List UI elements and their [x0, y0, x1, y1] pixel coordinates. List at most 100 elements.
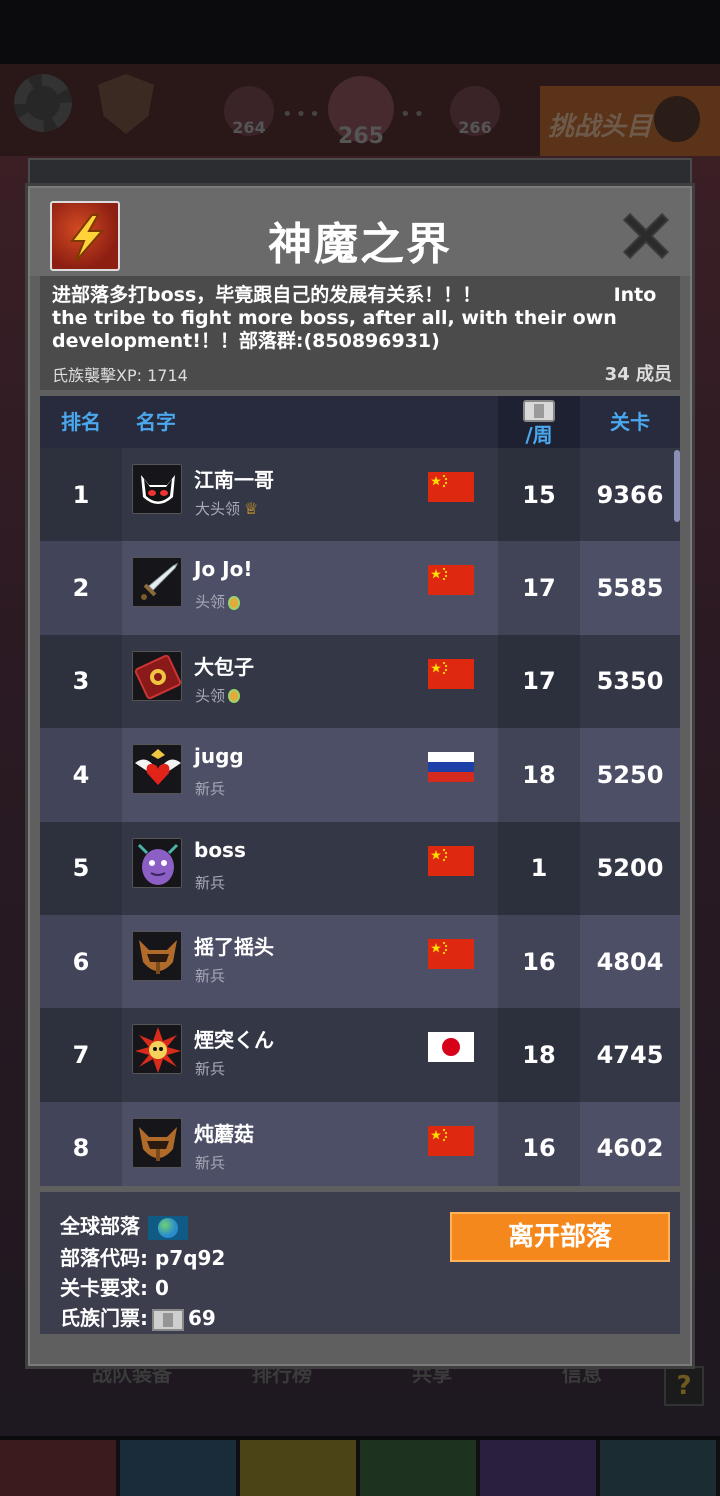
stage-cell: 5250 — [596, 760, 664, 789]
stage-cell: 5200 — [596, 854, 664, 883]
header-stage[interactable]: 关卡 — [580, 396, 680, 448]
weekly-tickets-cell: 16 — [522, 1134, 556, 1163]
bottom-tab-4[interactable] — [360, 1440, 476, 1496]
rank-cell: 6 — [72, 947, 90, 976]
bottom-tab-3[interactable] — [240, 1440, 356, 1496]
player-name[interactable]: 炖蘑菇 — [194, 1118, 254, 1147]
table-row[interactable]: 5 boss 新兵 1 5200 — [40, 821, 680, 915]
rank-cell: 2 — [72, 574, 90, 603]
player-role-label: 新兵 — [195, 780, 226, 799]
table-row[interactable]: 6 摇了摇头新兵 16 4804 — [40, 914, 680, 1009]
bottom-tab-5[interactable] — [480, 1440, 596, 1496]
weekly-tickets-cell: 18 — [522, 1041, 556, 1070]
player-role: 新兵 — [195, 1058, 225, 1079]
purple-monster-icon — [132, 837, 182, 888]
weekly-tickets-cell: 16 — [522, 947, 556, 976]
tribe-description-panel: 进部落多打boss，毕竟跟自己的发展有关系！！！ Into the tribe … — [40, 276, 680, 390]
tribe-footer: 全球部落 部落代码: p7q92 关卡要求: 0 氏族门票: 69 离开部落 — [40, 1192, 680, 1334]
player-role-label: 新兵 — [195, 1060, 226, 1079]
stage-requirement: 关卡要求: 0 — [60, 1276, 169, 1300]
player-role: 新兵 — [195, 965, 225, 986]
table-row[interactable]: 3 大包子 头领 17 5350 — [40, 634, 680, 729]
flag-cn-icon — [428, 472, 474, 502]
table-row[interactable]: 7 煙突くん 新兵 18 4745 — [40, 1008, 680, 1102]
boss-mask-icon — [654, 96, 700, 142]
player-role: 头领 — [195, 591, 241, 612]
close-icon[interactable] — [622, 212, 670, 260]
horned-helmet-icon — [132, 930, 182, 981]
player-name[interactable]: jugg — [194, 744, 244, 768]
header-week[interactable]: /周 — [498, 396, 580, 448]
member-list[interactable]: 1 江南一哥 大头领 ♕ 15 9366 2 Jo Jo! 头领 17 5585 3 大包子 头领 17 53… — [40, 448, 680, 1186]
winged-heart-icon — [132, 744, 182, 795]
stage-cell: 4602 — [596, 1134, 664, 1163]
flag-cn-icon — [428, 845, 474, 876]
player-role: 新兵 — [195, 778, 225, 799]
table-row[interactable]: 1 江南一哥大头领 ♕ 15 9366 — [40, 448, 680, 542]
header-week-label: /周 — [525, 423, 553, 447]
player-name[interactable]: 摇了摇头 — [194, 931, 274, 960]
rank-cell: 4 — [72, 760, 90, 789]
globe-icon — [148, 1215, 188, 1240]
path-dots: ••• — [282, 104, 323, 125]
bottom-tab-6[interactable] — [600, 1440, 716, 1496]
player-role: 新兵 — [195, 872, 225, 893]
flag-cn-icon — [428, 658, 474, 689]
weekly-tickets-cell: 15 — [522, 480, 556, 509]
member-table[interactable]: 排名 名字 /周 关卡 1 江南一哥大头领 ♕ 15 9366 2 Jo Jo! 头领 17 5 5… — [40, 396, 680, 1186]
weekly-tickets-cell: 17 — [522, 667, 556, 696]
crown-icon: ♕ — [244, 499, 259, 518]
leave-tribe-button[interactable]: 离开部落 — [450, 1212, 670, 1262]
rank-cell: 5 — [72, 854, 90, 883]
scrollbar[interactable] — [674, 450, 680, 522]
player-role-label: 头领 — [195, 686, 226, 705]
tribe-dialog: 神魔之界 进部落多打boss，毕竟跟自己的发展有关系！！！ Into the t… — [28, 186, 692, 1366]
stage-cell: 4745 — [596, 1041, 664, 1070]
ticket-icon — [523, 400, 555, 422]
medal-icon — [228, 689, 241, 704]
stage-cell: 9366 — [596, 480, 664, 509]
header-name[interactable]: 名字 — [136, 396, 176, 448]
help-button[interactable]: ? — [664, 1366, 704, 1406]
table-row[interactable]: 4 jugg 新兵 18 5250 — [40, 728, 680, 822]
weekly-tickets-cell: 17 — [522, 574, 556, 603]
flag-cn-icon — [428, 938, 474, 969]
path-dots: •• — [400, 104, 428, 125]
medal-icon — [228, 595, 241, 610]
clan-ticket-label: 氏族门票: — [60, 1306, 148, 1330]
global-tribe-label: 全球部落 — [60, 1214, 140, 1238]
rank-cell: 1 — [72, 480, 90, 509]
player-role: 头领 — [195, 685, 241, 706]
bottom-tab-2[interactable] — [120, 1440, 236, 1496]
flag-jp-icon — [428, 1032, 474, 1063]
bottom-tab-1[interactable] — [0, 1440, 116, 1496]
player-role-label: 头领 — [195, 593, 226, 612]
flag-ru-icon — [428, 752, 474, 783]
player-name[interactable]: 大包子 — [194, 651, 254, 680]
level-prev-number: 264 — [232, 118, 266, 137]
player-name[interactable]: 江南一哥 — [194, 464, 274, 493]
player-name[interactable]: boss — [194, 838, 246, 862]
player-name[interactable]: 煙突くん — [194, 1024, 274, 1053]
dialog-backdrop-panel — [28, 158, 692, 188]
player-name[interactable]: Jo Jo! — [194, 557, 252, 581]
player-role-label: 新兵 — [195, 873, 226, 892]
demon-mask-icon — [132, 464, 182, 514]
challenge-boss-label: 挑战头目 — [548, 112, 653, 142]
ticket-icon — [152, 1308, 184, 1331]
stage-cell: 4804 — [596, 947, 664, 976]
rank-cell: 3 — [72, 667, 90, 696]
weekly-tickets-cell: 18 — [522, 760, 556, 789]
table-row[interactable]: 8 炖蘑菇 新兵 16 4602 — [40, 1101, 680, 1186]
settings-gear-icon[interactable] — [14, 74, 72, 132]
clan-raid-xp: 氏族襲擊XP: 1714 — [52, 366, 188, 385]
header-rank[interactable]: 排名 — [40, 396, 122, 448]
player-role: 大头领 ♕ — [195, 498, 258, 519]
tribe-code: 部落代码: p7q92 — [60, 1246, 226, 1270]
flag-cn-icon — [428, 565, 474, 596]
table-row[interactable]: 2 Jo Jo! 头领 17 5585 — [40, 541, 680, 635]
member-count: 34 成员 — [604, 364, 672, 385]
sword-icon — [132, 557, 182, 608]
flag-cn-icon — [428, 1125, 474, 1156]
player-role-label: 大头领 — [195, 500, 241, 518]
